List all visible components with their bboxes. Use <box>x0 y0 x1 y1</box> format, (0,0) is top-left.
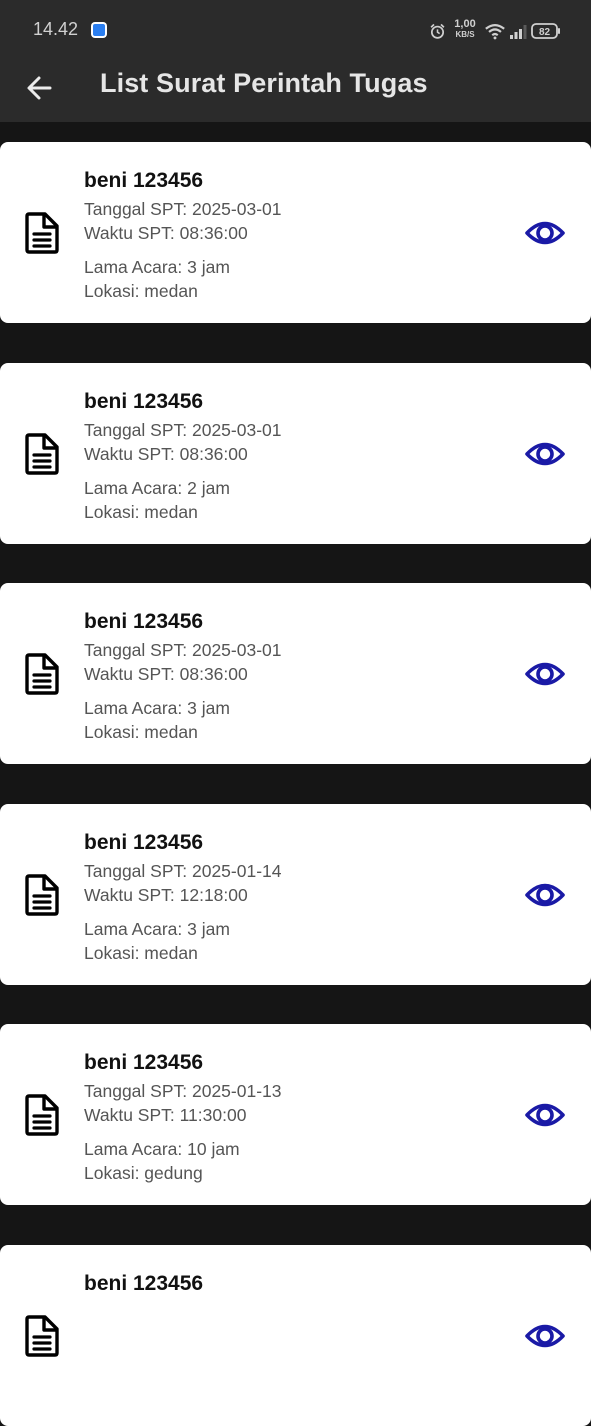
spt-title: beni 123456 <box>84 390 204 413</box>
document-icon <box>25 874 59 916</box>
spt-card[interactable]: beni 123456 Tanggal SPT: 2025-03-01 Wakt… <box>0 583 591 764</box>
wifi-icon <box>485 23 505 40</box>
status-time: 14.42 <box>33 19 79 39</box>
spt-duration: Lama Acara: 3 jam <box>84 698 230 718</box>
status-bar: 14.42 1,00 KB/S 82 <box>0 0 591 60</box>
eye-icon <box>525 442 565 466</box>
document-icon <box>25 212 59 254</box>
app-bar: List Surat Perintah Tugas <box>0 60 591 122</box>
spt-date: Tanggal SPT: 2025-01-14 <box>84 861 282 881</box>
document-icon <box>25 1094 59 1136</box>
spt-date: Tanggal SPT: 2025-03-01 <box>84 199 282 219</box>
spt-card[interactable]: beni 123456 <box>0 1245 591 1426</box>
document-icon <box>25 1315 59 1357</box>
spt-duration: Lama Acara: 2 jam <box>84 478 230 498</box>
spt-title: beni 123456 <box>84 169 204 192</box>
arrow-left-icon <box>27 76 52 100</box>
spt-title: beni 123456 <box>84 831 204 854</box>
eye-icon <box>525 221 565 245</box>
eye-icon <box>525 662 565 686</box>
battery-level: 82 <box>539 27 551 38</box>
spt-time: Waktu SPT: 11:30:00 <box>84 1105 247 1125</box>
spt-title: beni 123456 <box>84 1051 204 1074</box>
page-title: List Surat Perintah Tugas <box>100 68 428 98</box>
view-button[interactable] <box>524 1097 566 1133</box>
spt-duration: Lama Acara: 3 jam <box>84 919 230 939</box>
battery-icon: 82 <box>531 23 560 39</box>
view-button[interactable] <box>524 877 566 913</box>
spt-location: Lokasi: medan <box>84 502 198 522</box>
spt-card[interactable]: beni 123456 Tanggal SPT: 2025-03-01 Wakt… <box>0 363 591 544</box>
spt-date: Tanggal SPT: 2025-03-01 <box>84 640 282 660</box>
status-icons: 1,00 KB/S 82 <box>429 18 561 44</box>
spt-title: beni 123456 <box>84 1272 204 1295</box>
document-icon <box>25 653 59 695</box>
spt-date: Tanggal SPT: 2025-03-01 <box>84 420 282 440</box>
spt-card[interactable]: beni 123456 Tanggal SPT: 2025-01-13 Wakt… <box>0 1024 591 1205</box>
spt-card[interactable]: beni 123456 Tanggal SPT: 2025-03-01 Wakt… <box>0 142 591 323</box>
spt-date: Tanggal SPT: 2025-01-13 <box>84 1081 282 1101</box>
view-button[interactable] <box>524 215 566 251</box>
spt-time: Waktu SPT: 08:36:00 <box>84 223 248 243</box>
view-button[interactable] <box>524 1318 566 1354</box>
document-icon <box>25 433 59 475</box>
spt-location: Lokasi: medan <box>84 943 198 963</box>
spt-location: Lokasi: medan <box>84 281 198 301</box>
app-notification-icon <box>91 22 107 38</box>
net-speed-unit: KB/S <box>455 30 475 39</box>
eye-icon <box>525 1103 565 1127</box>
eye-icon <box>525 1324 565 1348</box>
spt-duration: Lama Acara: 3 jam <box>84 257 230 277</box>
spt-duration: Lama Acara: 10 jam <box>84 1139 240 1159</box>
signal-icon <box>510 25 527 39</box>
alarm-icon <box>430 23 445 39</box>
eye-icon <box>525 883 565 907</box>
network-speed: 1,00 KB/S <box>451 19 479 40</box>
back-button[interactable] <box>18 66 62 110</box>
spt-time: Waktu SPT: 08:36:00 <box>84 444 248 464</box>
spt-time: Waktu SPT: 12:18:00 <box>84 885 248 905</box>
spt-title: beni 123456 <box>84 610 204 633</box>
view-button[interactable] <box>524 656 566 692</box>
net-speed-value: 1,00 <box>454 18 476 30</box>
spt-card[interactable]: beni 123456 Tanggal SPT: 2025-01-14 Wakt… <box>0 804 591 985</box>
spt-time: Waktu SPT: 08:36:00 <box>84 664 248 684</box>
spt-location: Lokasi: medan <box>84 722 198 742</box>
spt-location: Lokasi: gedung <box>84 1163 203 1183</box>
view-button[interactable] <box>524 436 566 472</box>
